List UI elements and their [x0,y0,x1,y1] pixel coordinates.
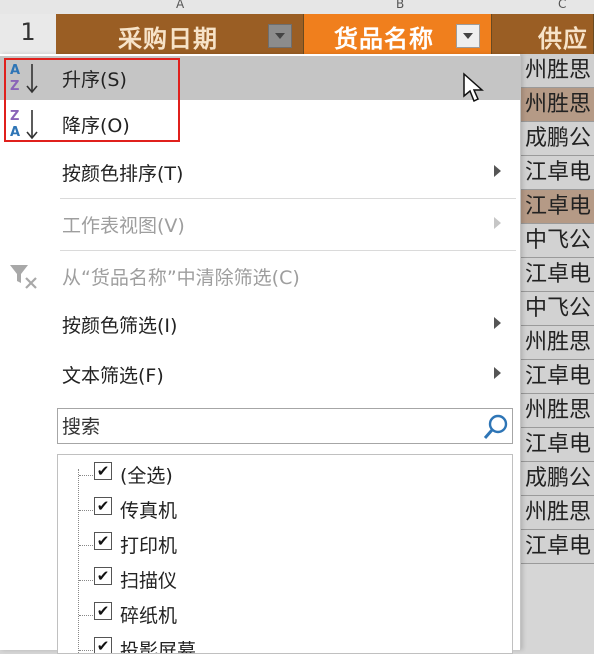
menu-item-filter-by-color[interactable]: 按颜色筛选(I) [0,302,520,346]
list-item-label: (全选) [120,465,173,487]
table-cell[interactable]: 江卓电 [520,360,594,394]
list-item-label: 投影屏幕 [120,640,197,654]
checkbox[interactable]: ✔ [94,497,112,515]
list-item-label: 打印机 [120,535,178,557]
table-cell[interactable]: 中飞公 [520,292,594,326]
column-letter-bar: A B C [0,0,594,15]
tree-line [79,510,95,511]
list-item-select-all[interactable]: ✔ (全选) [58,457,512,491]
sort-by-color-label: 按颜色排序(T) [62,163,184,185]
column-letter-c[interactable]: C [558,0,566,11]
mouse-cursor-icon [463,72,484,103]
menu-item-clear-filter[interactable]: 从“货品名称”中清除筛选(C) [0,254,520,298]
column-c-cells: 州胜思 州胜思 成鹏公 江卓电 江卓电 中飞公 江卓电 中飞公 州胜思 江卓电 … [520,54,594,650]
menu-item-text-filter[interactable]: 文本筛选(F) [0,352,520,396]
chevron-down-icon [463,33,473,39]
clear-filter-icon [10,265,37,289]
filter-dropdown-button-a[interactable] [268,24,292,48]
checkbox[interactable]: ✔ [94,532,112,550]
checkbox[interactable]: ✔ [94,567,112,585]
search-box [57,408,513,445]
list-item-label: 传真机 [120,500,178,522]
list-item-label: 扫描仪 [120,570,178,592]
header-cell-supplier[interactable]: 供应 [492,14,594,54]
header-label-supplier: 供应 [538,25,588,53]
table-cell[interactable]: 中飞公 [520,224,594,258]
table-cell[interactable]: 江卓电 [520,258,594,292]
header-cell-purchase-date[interactable]: 采购日期 [56,14,304,54]
table-cell[interactable]: 州胜思 [520,496,594,530]
list-item-label: 碎纸机 [120,605,178,627]
tree-line [79,475,95,476]
header-cell-product-name[interactable]: 货品名称 [304,14,492,54]
autofilter-menu: A Z 升序(S) Z A 降序(O) 按颜色排序(T) 工作表视图(V) 从“… [0,54,521,654]
table-cell[interactable]: 江卓电 [520,530,594,564]
checkbox[interactable]: ✔ [94,462,112,480]
menu-item-sheet-view[interactable]: 工作表视图(V) [0,202,520,246]
table-cell[interactable]: 成鹏公 [520,122,594,156]
table-cell[interactable]: 江卓电 [520,428,594,462]
checkbox[interactable]: ✔ [94,637,112,653]
chevron-down-icon [275,33,285,39]
list-item[interactable]: ✔ 传真机 [58,492,512,526]
tree-line [79,580,95,581]
clear-filter-label: 从“货品名称”中清除筛选(C) [62,267,300,289]
filter-values-list[interactable]: ✔ (全选) ✔ 传真机 ✔ 打印机 ✔ 扫描仪 ✔ 碎纸机 ✔ 投影屏幕 [57,454,513,654]
table-cell[interactable]: 州胜思 [520,326,594,360]
row-number-1[interactable]: 1 [0,18,56,46]
list-item[interactable]: ✔ 扫描仪 [58,562,512,596]
table-cell[interactable]: 州胜思 [520,54,594,88]
menu-item-sort-by-color[interactable]: 按颜色排序(T) [0,150,520,194]
chevron-right-icon [494,317,501,329]
separator [60,250,516,251]
tree-line [79,650,95,651]
chevron-right-icon [494,367,501,379]
column-letter-b[interactable]: B [396,0,404,11]
list-item[interactable]: ✔ 投影屏幕 [58,632,512,654]
separator [60,198,516,199]
tree-line [79,545,95,546]
search-input[interactable] [58,409,482,445]
table-cell[interactable]: 州胜思 [520,394,594,428]
table-cell[interactable]: 江卓电 [520,156,594,190]
header-label-purchase-date: 采购日期 [118,25,218,53]
text-filter-label: 文本筛选(F) [62,365,164,387]
chevron-right-icon [494,165,501,177]
header-label-product-name: 货品名称 [334,25,434,53]
table-cell[interactable]: 江卓电 [520,190,594,224]
table-cell[interactable]: 成鹏公 [520,462,594,496]
annotation-highlight-box [4,58,180,142]
list-item[interactable]: ✔ 打印机 [58,527,512,561]
filter-by-color-label: 按颜色筛选(I) [62,315,178,337]
chevron-right-icon [494,217,501,229]
table-cell[interactable]: 州胜思 [520,88,594,122]
checkbox[interactable]: ✔ [94,602,112,620]
column-letter-a[interactable]: A [176,0,184,11]
sheet-view-label: 工作表视图(V) [62,215,185,237]
tree-line [79,615,95,616]
list-item[interactable]: ✔ 碎纸机 [58,597,512,631]
filter-dropdown-button-b[interactable] [456,24,480,48]
search-icon[interactable] [482,413,510,441]
